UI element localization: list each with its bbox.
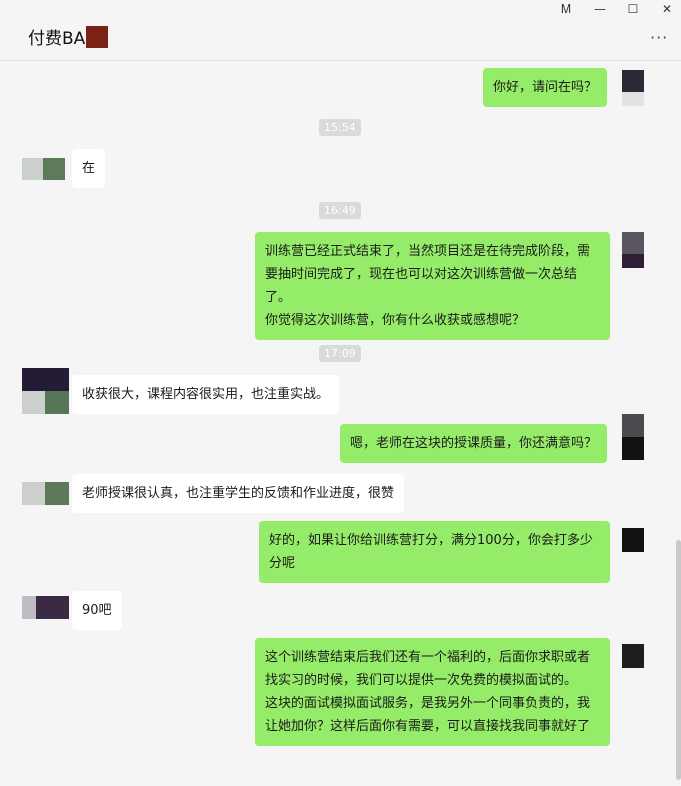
message-bubble-sent[interactable]: 这个训练营结束后我们还有一个福利的，后面你求职或者找实习的时候，我们可以提供一次… [255, 638, 610, 746]
redacted-name-block [86, 25, 109, 48]
message-text: 这个训练营结束后我们还有一个福利的，后面你求职或者找实习的时候，我们可以提供一次… [265, 650, 591, 734]
minimize-button[interactable]: — [590, 2, 610, 16]
timestamp: 16:49 [319, 202, 361, 219]
message-bubble-sent[interactable]: 你好，请问在吗？ [482, 68, 607, 107]
message-bubble-received[interactable]: 收获很大，课程内容很实用，也注重实战。 [72, 375, 340, 414]
message-bubble-received[interactable]: 老师授课很认真，也注重学生的反馈和作业进度，很赞 [72, 474, 405, 513]
more-options-button[interactable]: ··· [650, 28, 668, 47]
pin-icon[interactable]: Ꮇ [556, 2, 576, 17]
message-text: 你好，请问在吗？ [492, 80, 597, 95]
chat-title-text: 付费BA [28, 29, 86, 49]
timestamp: 17:09 [319, 345, 361, 362]
title-bar: 付费BA Ꮇ — ☐ ✕ ··· [0, 0, 681, 61]
message-text: 好的，如果让你给训练营打分，满分100分，你会打多少分呢 [269, 533, 593, 571]
message-bubble-received[interactable]: 90吧 [72, 591, 122, 630]
contact-avatar[interactable] [22, 158, 65, 194]
my-avatar[interactable] [622, 70, 644, 106]
message-text: 老师授课很认真，也注重学生的反馈和作业进度，很赞 [82, 486, 395, 501]
contact-avatar[interactable] [22, 368, 69, 414]
close-button[interactable]: ✕ [657, 2, 677, 16]
chat-scrollbar[interactable] [676, 540, 681, 780]
maximize-button[interactable]: ☐ [623, 2, 643, 16]
message-bubble-sent[interactable]: 好的，如果让你给训练营打分，满分100分，你会打多少分呢 [259, 521, 610, 583]
contact-avatar[interactable] [22, 482, 69, 505]
my-avatar[interactable] [622, 644, 644, 668]
message-bubble-sent[interactable]: 嗯，老师在这块的授课质量，你还满意吗？ [339, 424, 607, 463]
message-bubble-sent[interactable]: 训练营已经正式结束了，当然项目还是在待完成阶段，需要抽时间完成了，现在也可以对这… [255, 232, 610, 340]
timestamp: 15:54 [319, 119, 361, 136]
message-bubble-received[interactable]: 在 [72, 149, 106, 188]
my-avatar[interactable] [622, 414, 644, 460]
message-text: 90吧 [82, 603, 112, 618]
contact-avatar[interactable] [22, 596, 69, 619]
my-avatar[interactable] [622, 232, 644, 268]
chat-history[interactable]: 你好，请问在吗？ 15:54 在 16:49 训练营已经正式结束了，当然项目还是… [0, 61, 681, 786]
my-avatar[interactable] [622, 528, 644, 552]
message-text: 在 [82, 161, 96, 176]
message-text: 训练营已经正式结束了，当然项目还是在待完成阶段，需要抽时间完成了，现在也可以对这… [265, 244, 591, 328]
message-text: 嗯，老师在这块的授课质量，你还满意吗？ [349, 436, 597, 451]
chat-title: 付费BA [28, 24, 109, 49]
message-text: 收获很大，课程内容很实用，也注重实战。 [82, 387, 330, 402]
